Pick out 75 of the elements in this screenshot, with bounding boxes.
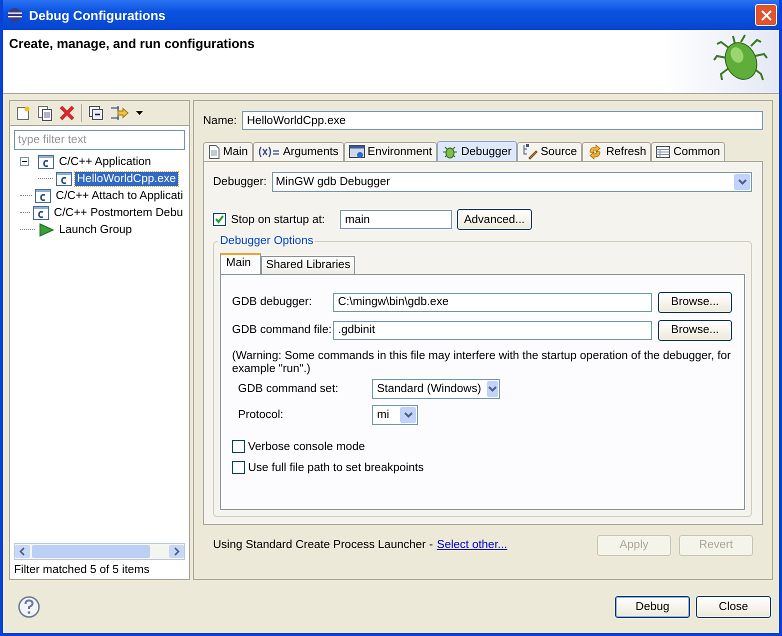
- checkbox[interactable]: [232, 461, 245, 474]
- c-file-icon: [32, 206, 49, 220]
- tree-item[interactable]: C/C++ Application: [57, 154, 154, 168]
- chevron-down-icon: [488, 386, 498, 392]
- collapse-icon[interactable]: [20, 157, 29, 166]
- duplicate-icon[interactable]: [37, 105, 53, 121]
- warning-text: (Warning: Some commands in this file may interfere with the startup operation of the debugger, for example "run".): [232, 350, 732, 376]
- browse-button[interactable]: Browse...: [658, 292, 732, 312]
- close-button[interactable]: [755, 4, 777, 26]
- debugger-dropdown[interactable]: MinGW gdb Debugger: [272, 172, 752, 192]
- dropdown[interactable]: mi: [372, 405, 418, 425]
- collapse-all-icon[interactable]: [88, 105, 104, 121]
- play-triangle-icon: [38, 222, 54, 236]
- tree-item[interactable]: C/C++ Attach to Applicati: [54, 188, 185, 202]
- dropdown-caret-icon[interactable]: [136, 111, 143, 115]
- refresh-icon: [587, 144, 604, 160]
- checkbox-label: Verbose console mode: [248, 440, 365, 452]
- tab[interactable]: Main: [220, 253, 261, 274]
- c-file-icon: [56, 172, 72, 186]
- path-field[interactable]: C:\mingw\bin\gdb.exe: [333, 292, 652, 312]
- tree-pencil-icon: [522, 144, 538, 160]
- tab[interactable]: Main: [203, 142, 253, 161]
- variable-icon: [258, 146, 280, 158]
- field-label: GDB debugger:: [232, 296, 313, 308]
- scroll-thumb[interactable]: [32, 545, 150, 558]
- tab[interactable]: Source: [516, 142, 582, 161]
- field-label: GDB command set:: [238, 383, 340, 395]
- advanced-button[interactable]: Advanced...: [456, 209, 532, 230]
- browse-button[interactable]: Browse...: [658, 320, 732, 340]
- filter-icon[interactable]: [110, 105, 130, 121]
- checkbox[interactable]: [213, 213, 226, 226]
- dialog-button[interactable]: Close: [696, 596, 771, 618]
- checkbox-label: Stop on startup at:: [231, 214, 325, 226]
- tab[interactable]: Common: [651, 142, 725, 161]
- tab[interactable]: Refresh: [582, 142, 652, 161]
- document-icon: [208, 145, 220, 159]
- tab[interactable]: Environment: [344, 142, 438, 161]
- filter-status: Filter matched 5 of 5 items: [14, 563, 150, 576]
- tab[interactable]: Shared Libraries: [260, 256, 356, 274]
- checkbox[interactable]: [232, 440, 245, 453]
- name-label: Name:: [203, 114, 237, 126]
- checkbox-label: Use full file path to set breakpoints: [248, 462, 424, 474]
- select-other-link[interactable]: Select other...: [436, 539, 508, 551]
- chevron-down-icon: [738, 179, 746, 185]
- bug-icon: [442, 144, 458, 160]
- table-icon: [656, 146, 670, 158]
- window-icon: [348, 145, 365, 159]
- filter-field[interactable]: type filter text: [14, 130, 185, 150]
- c-file-icon: [34, 188, 51, 202]
- field-label: GDB command file:: [232, 324, 333, 336]
- launcher-text: Using Standard Create Process Launcher -: [213, 539, 433, 551]
- name-field[interactable]: HelloWorldCpp.exe: [242, 111, 763, 130]
- close-icon: [760, 10, 772, 20]
- tree-item[interactable]: HelloWorldCpp.exe: [75, 172, 178, 186]
- scroll-left-icon[interactable]: [15, 545, 30, 558]
- field-label: Protocol:: [238, 409, 284, 421]
- new-document-icon[interactable]: [15, 105, 31, 121]
- eclipse-icon: [7, 7, 23, 23]
- tab[interactable]: Arguments: [252, 142, 344, 161]
- chevron-down-icon: [404, 412, 412, 418]
- path-field[interactable]: .gdbinit: [333, 320, 652, 340]
- startup-symbol-field[interactable]: main: [340, 210, 452, 229]
- group-title: Debugger Options: [218, 235, 316, 247]
- window-title: Debug Configurations: [29, 8, 166, 22]
- tree-item[interactable]: C/C++ Postmortem Debu: [52, 206, 185, 220]
- dialog-button[interactable]: Debug: [615, 596, 690, 618]
- scroll-right-icon[interactable]: [169, 545, 184, 558]
- header-title: Create, manage, and run configurations: [9, 36, 255, 51]
- tree-item[interactable]: Launch Group: [57, 222, 134, 236]
- c-file-icon: [38, 154, 54, 168]
- dropdown[interactable]: Standard (Windows): [372, 379, 500, 399]
- tab[interactable]: Debugger: [437, 141, 517, 161]
- help-icon[interactable]: [18, 596, 40, 618]
- debugger-label: Debugger:: [213, 176, 267, 188]
- delete-icon[interactable]: [59, 105, 75, 121]
